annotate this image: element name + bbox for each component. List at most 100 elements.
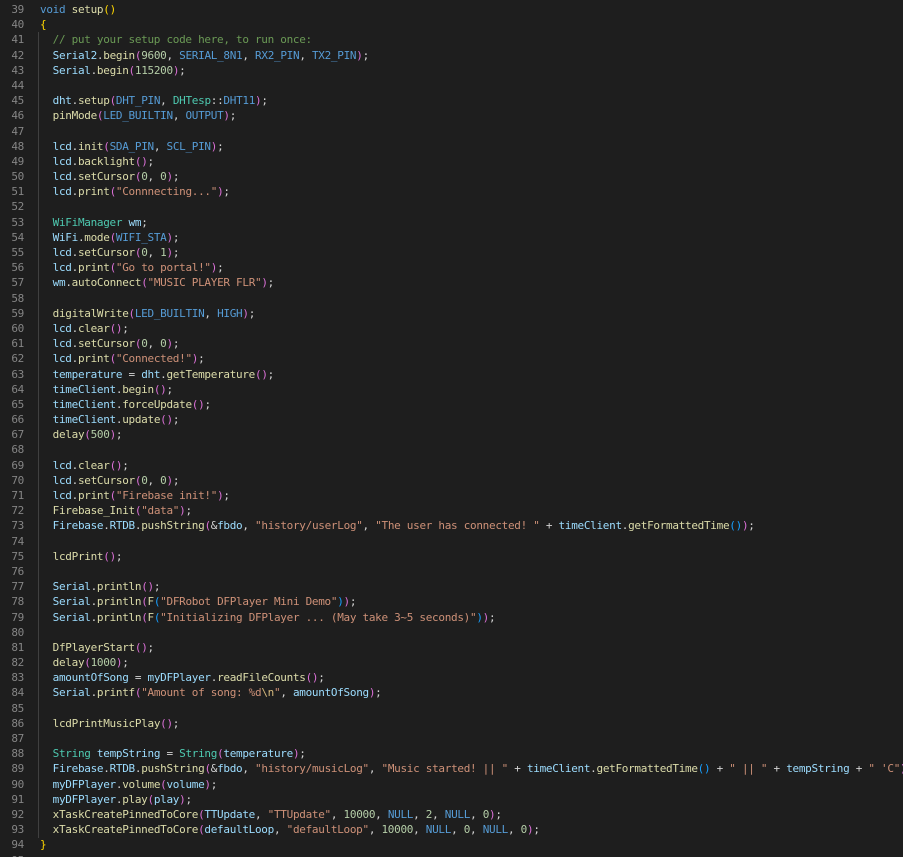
code-line[interactable]: 64 timeClient.begin(); xyxy=(0,382,903,397)
code-line-content[interactable]: lcd.setCursor(0, 0); xyxy=(40,169,179,184)
code-line-content[interactable]: lcd.print("Firebase init!"); xyxy=(40,488,230,503)
line-number[interactable]: 68 xyxy=(0,442,24,457)
code-line[interactable]: 80 xyxy=(0,625,903,640)
line-number[interactable]: 56 xyxy=(0,260,24,275)
code-line[interactable]: 47 xyxy=(0,124,903,139)
code-line[interactable]: 52 xyxy=(0,199,903,214)
line-number[interactable]: 45 xyxy=(0,93,24,108)
code-line-content[interactable]: Firebase.RTDB.pushString(&fbdo, "history… xyxy=(40,761,903,776)
line-number[interactable]: 91 xyxy=(0,792,24,807)
code-line-content[interactable]: Serial.println(); xyxy=(40,579,160,594)
line-number[interactable]: 76 xyxy=(0,564,24,579)
code-line-content[interactable]: temperature = dht.getTemperature(); xyxy=(40,367,274,382)
code-line[interactable]: 75 lcdPrint(); xyxy=(0,549,903,564)
code-editor[interactable]: 39 void setup() 40 {41 // put your setup co… xyxy=(0,0,903,857)
code-line[interactable]: 82 delay(1000); xyxy=(0,655,903,670)
code-line[interactable]: 41 // put your setup code here, to run o… xyxy=(0,32,903,47)
line-number[interactable]: 65 xyxy=(0,397,24,412)
code-line-content[interactable]: lcd.print("Go to portal!"); xyxy=(40,260,223,275)
code-line-content[interactable]: lcd.clear(); xyxy=(40,458,129,473)
code-line[interactable]: 70 lcd.setCursor(0, 0); xyxy=(0,473,903,488)
code-line[interactable]: 45 dht.setup(DHT_PIN, DHTesp::DHT11); xyxy=(0,93,903,108)
code-line-content[interactable]: Serial.println(F("DFRobot DFPlayer Mini … xyxy=(40,594,356,609)
line-number[interactable]: 71 xyxy=(0,488,24,503)
line-number[interactable]: 67 xyxy=(0,427,24,442)
code-line[interactable]: 48 lcd.init(SDA_PIN, SCL_PIN); xyxy=(0,139,903,154)
code-line-content[interactable]: Serial.println(F("Initializing DFPlayer … xyxy=(40,610,495,625)
code-line[interactable]: 73 Firebase.RTDB.pushString(&fbdo, "hist… xyxy=(0,518,903,533)
code-line[interactable]: 50 lcd.setCursor(0, 0); xyxy=(0,169,903,184)
code-line[interactable]: 67 delay(500); xyxy=(0,427,903,442)
code-line-content[interactable]: { xyxy=(40,17,46,32)
line-number[interactable]: 47 xyxy=(0,124,24,139)
code-line-content[interactable]: lcd.clear(); xyxy=(40,321,129,336)
line-number[interactable]: 72 xyxy=(0,503,24,518)
code-line-content[interactable]: xTaskCreatePinnedToCore(TTUpdate, "TTUpd… xyxy=(40,807,502,822)
line-number[interactable]: 60 xyxy=(0,321,24,336)
code-line[interactable]: 42 Serial2.begin(9600, SERIAL_8N1, RX2_P… xyxy=(0,48,903,63)
code-line-content[interactable]: lcdPrint(); xyxy=(40,549,122,564)
line-number[interactable]: 79 xyxy=(0,610,24,625)
code-line-content[interactable]: wm.autoConnect("MUSIC PLAYER FLR"); xyxy=(40,275,274,290)
code-line-content[interactable]: delay(500); xyxy=(40,427,122,442)
code-line[interactable]: 39 void setup() xyxy=(0,2,903,17)
line-number[interactable]: 69 xyxy=(0,458,24,473)
line-number[interactable]: 40 xyxy=(0,17,24,32)
code-line[interactable]: 77 Serial.println(); xyxy=(0,579,903,594)
code-line-content[interactable]: lcd.print("Connnecting..."); xyxy=(40,184,230,199)
line-number[interactable]: 48 xyxy=(0,139,24,154)
code-line[interactable]: 57 wm.autoConnect("MUSIC PLAYER FLR"); xyxy=(0,275,903,290)
line-number[interactable]: 70 xyxy=(0,473,24,488)
code-line[interactable]: 61 lcd.setCursor(0, 0); xyxy=(0,336,903,351)
code-line[interactable]: 91 myDFPlayer.play(play); xyxy=(0,792,903,807)
line-number[interactable]: 53 xyxy=(0,215,24,230)
code-line[interactable]: 49 lcd.backlight(); xyxy=(0,154,903,169)
code-line-content[interactable]: Serial.printf("Amount of song: %d\n", am… xyxy=(40,685,382,700)
code-line-content[interactable]: xTaskCreatePinnedToCore(defaultLoop, "de… xyxy=(40,822,540,837)
line-number[interactable]: 89 xyxy=(0,761,24,776)
line-number[interactable]: 59 xyxy=(0,306,24,321)
code-line-content[interactable]: lcd.init(SDA_PIN, SCL_PIN); xyxy=(40,139,223,154)
code-line[interactable]: 68 xyxy=(0,442,903,457)
line-number[interactable]: 39 xyxy=(0,2,24,17)
line-number[interactable]: 44 xyxy=(0,78,24,93)
code-line[interactable]: 69 lcd.clear(); xyxy=(0,458,903,473)
code-line[interactable]: 78 Serial.println(F("DFRobot DFPlayer Mi… xyxy=(0,594,903,609)
line-number[interactable]: 54 xyxy=(0,230,24,245)
line-number[interactable]: 41 xyxy=(0,32,24,47)
code-line-content[interactable]: lcd.backlight(); xyxy=(40,154,154,169)
code-line-content[interactable]: timeClient.begin(); xyxy=(40,382,173,397)
code-line-content[interactable]: String tempString = String(temperature); xyxy=(40,746,306,761)
line-number[interactable]: 87 xyxy=(0,731,24,746)
code-line-content[interactable]: DfPlayerStart(); xyxy=(40,640,154,655)
code-line[interactable]: 89 Firebase.RTDB.pushString(&fbdo, "hist… xyxy=(0,761,903,776)
code-line[interactable]: 93 xTaskCreatePinnedToCore(defaultLoop, … xyxy=(0,822,903,837)
code-line[interactable]: 58 xyxy=(0,291,903,306)
line-number[interactable]: 50 xyxy=(0,169,24,184)
code-line[interactable]: 87 xyxy=(0,731,903,746)
line-number[interactable]: 86 xyxy=(0,716,24,731)
line-number[interactable]: 81 xyxy=(0,640,24,655)
code-line[interactable]: 71 lcd.print("Firebase init!"); xyxy=(0,488,903,503)
code-line-content[interactable]: lcd.setCursor(0, 0); xyxy=(40,473,179,488)
line-number[interactable]: 49 xyxy=(0,154,24,169)
code-line[interactable]: 76 xyxy=(0,564,903,579)
code-line[interactable]: 54 WiFi.mode(WIFI_STA); xyxy=(0,230,903,245)
code-line-content[interactable]: Firebase.RTDB.pushString(&fbdo, "history… xyxy=(40,518,755,533)
line-number[interactable]: 94 xyxy=(0,837,24,852)
code-line[interactable]: 84 Serial.printf("Amount of song: %d\n",… xyxy=(0,685,903,700)
code-line[interactable]: 74 xyxy=(0,534,903,549)
line-number[interactable]: 92 xyxy=(0,807,24,822)
code-line-content[interactable]: timeClient.forceUpdate(); xyxy=(40,397,211,412)
line-number[interactable]: 88 xyxy=(0,746,24,761)
code-line[interactable]: 90 myDFPlayer.volume(volume); xyxy=(0,777,903,792)
code-line[interactable]: 51 lcd.print("Connnecting..."); xyxy=(0,184,903,199)
code-line-content[interactable]: void setup() xyxy=(40,2,116,17)
code-line[interactable]: 62 lcd.print("Connected!"); xyxy=(0,351,903,366)
code-line[interactable]: 86 lcdPrintMusicPlay(); xyxy=(0,716,903,731)
code-line-content[interactable]: pinMode(LED_BUILTIN, OUTPUT); xyxy=(40,108,236,123)
code-line-content[interactable]: digitalWrite(LED_BUILTIN, HIGH); xyxy=(40,306,255,321)
line-number[interactable]: 46 xyxy=(0,108,24,123)
line-number[interactable]: 83 xyxy=(0,670,24,685)
code-line-content[interactable]: lcdPrintMusicPlay(); xyxy=(40,716,179,731)
